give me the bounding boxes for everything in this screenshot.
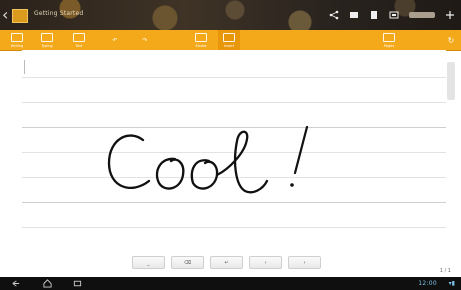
page-icon[interactable] [369,10,379,20]
tool-writing[interactable]: Writing [6,30,28,50]
tool-text[interactable]: Text [68,30,90,50]
app-icon [12,9,28,23]
back-icon[interactable] [10,279,20,288]
title-bar: ‹ Getting Started [0,0,461,30]
view-icon[interactable] [389,10,399,20]
toolbar: Writing Typing Text ↶ ↷ Stroke Insert Pa… [0,30,461,73]
recent-apps-icon[interactable] [72,279,82,288]
status-indicators: ▾▮ [448,280,455,287]
space-key[interactable]: _ [132,256,165,269]
ruled-line [22,77,446,78]
home-icon[interactable] [42,279,52,288]
app-title: Getting Started [34,10,84,17]
search-button[interactable] [409,10,435,20]
input-keys: _ ⌫ ↵ ‹ › [132,256,321,269]
back-chevron-icon[interactable]: ‹ [2,7,12,23]
system-navigation-bar: 12:00 ▾▮ [0,277,461,290]
export-icon[interactable] [349,10,359,20]
text-cursor [24,60,25,74]
scrollbar[interactable] [447,62,455,100]
tool-insert[interactable]: Insert [218,30,240,50]
ruled-line [22,102,446,103]
share-icon[interactable] [329,10,339,20]
ruled-line [22,227,446,228]
enter-key[interactable]: ↵ [210,256,243,269]
redo-button[interactable]: ↷ [134,30,156,50]
menu-icon[interactable]: ↻ [440,30,461,50]
tool-stroke[interactable]: Stroke [190,30,212,50]
page-indicator: 1 / 1 [439,268,451,274]
next-key[interactable]: › [288,256,321,269]
pages-button[interactable]: Pages [378,30,400,50]
prev-key[interactable]: ‹ [249,256,282,269]
status-clock: 12:00 [418,280,437,287]
tool-typing[interactable]: Typing [36,30,58,50]
undo-button[interactable]: ↶ [104,30,126,50]
backspace-key[interactable]: ⌫ [171,256,204,269]
handwritten-ink-cool [107,125,309,194]
settings-icon[interactable] [445,10,455,20]
